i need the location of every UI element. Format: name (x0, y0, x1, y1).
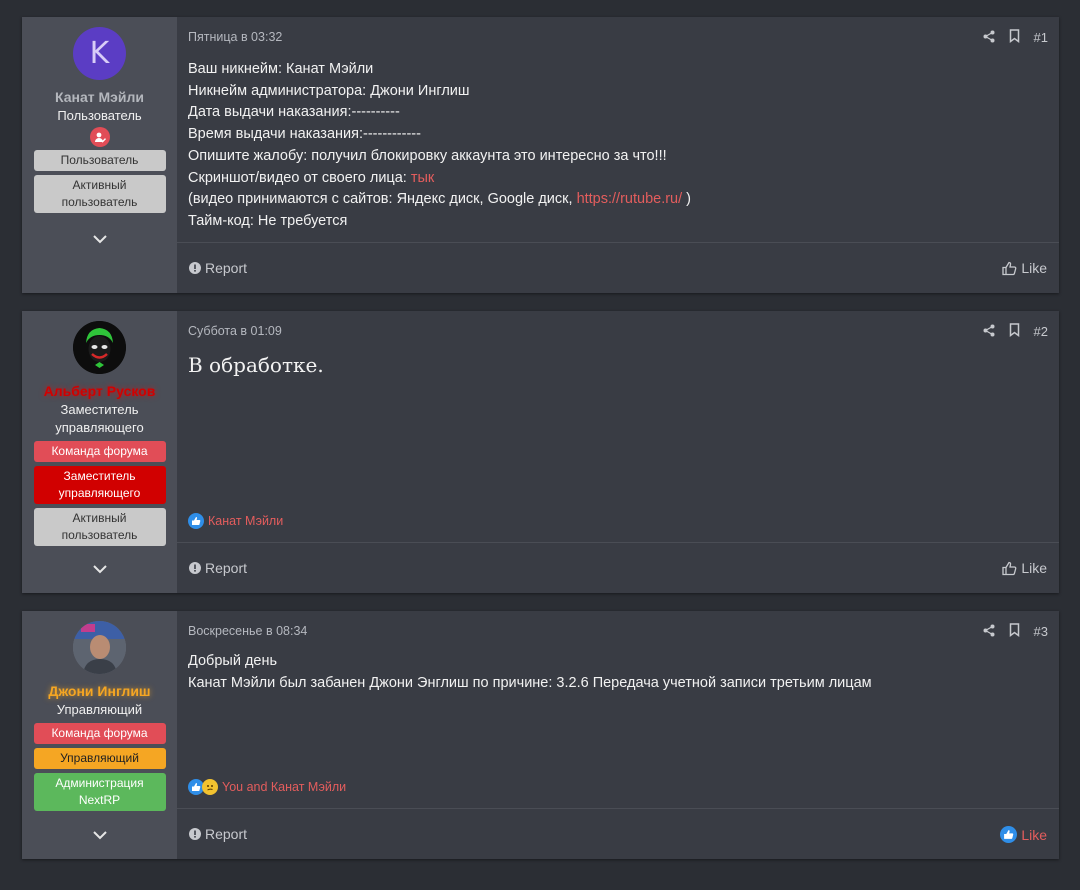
post-line: Никнейм администратора: Джони Инглиш (188, 82, 470, 99)
post-line: Дата выдачи наказания:---------- (188, 104, 400, 121)
reactions-users[interactable]: Канат Мэйли (208, 514, 283, 528)
user-badge: Администрация NextRP (33, 773, 166, 811)
thumbs-up-icon (1000, 826, 1018, 843)
reactions-bar[interactable]: Канат Мэйли (188, 513, 283, 529)
video-suffix: ) (682, 191, 692, 208)
username[interactable]: Альберт Русков (44, 383, 156, 399)
post-tools: #2 (983, 323, 1048, 340)
post-2: Альберт Русков Заместитель управляющего … (22, 311, 1059, 593)
post-main: Воскресенье в 08:34 #3 Добрый день Канат… (177, 611, 1059, 859)
thumbs-up-icon (1002, 261, 1017, 275)
thumbs-up-icon (1002, 561, 1017, 575)
post-footer: Report Like (177, 242, 1059, 293)
bookmark-icon[interactable] (1009, 323, 1020, 340)
username[interactable]: Джони Инглиш (48, 683, 150, 699)
report-label: Report (205, 560, 248, 576)
post-number[interactable]: #2 (1034, 324, 1048, 339)
chevron-down-icon[interactable] (22, 561, 177, 579)
screenshot-link[interactable]: тык (411, 170, 434, 186)
share-icon[interactable] (983, 624, 995, 640)
share-icon[interactable] (983, 324, 995, 340)
like-label: Like (1021, 560, 1047, 576)
post-line: Опишите жалобу: получил блокировку аккау… (188, 147, 667, 164)
post-main: Пятница в 03:32 #1 Ваш никнейм: Канат Мэ… (177, 17, 1059, 293)
post-line: Ваш никнейм: Канат Мэйли (188, 61, 374, 77)
user-badge: Пользователь (33, 150, 166, 171)
post-line: (видео принимаются с сайтов: Яндекс диск… (188, 189, 1039, 211)
chevron-down-icon[interactable] (22, 231, 177, 249)
post-line: Добрый день (188, 653, 278, 669)
warning-icon (189, 562, 201, 574)
reactions-users[interactable]: You and Канат Мэйли (222, 780, 346, 794)
video-label: (видео принимаются с сайтов: Яндекс диск… (188, 191, 577, 208)
post-number[interactable]: #1 (1034, 30, 1048, 45)
like-button[interactable]: Like (1002, 560, 1047, 576)
post-3: Джони Инглиш Управляющий Команда форума … (22, 611, 1059, 859)
user-badge: Заместитель управляющего (33, 466, 166, 504)
like-label: Like (1021, 826, 1047, 843)
confused-reaction-icon (202, 779, 218, 795)
avatar[interactable] (73, 621, 126, 674)
user-badge: Команда форума (33, 723, 166, 744)
post-number[interactable]: #3 (1034, 624, 1048, 639)
warning-icon (189, 828, 201, 840)
username[interactable]: Канат Мэйли (55, 89, 144, 105)
post-author-panel: K Канат Мэйли Пользователь Пользователь … (22, 17, 177, 293)
user-badge: Активный пользователь (33, 508, 166, 546)
screenshot-label: Скриншот/видео от своего лица: (188, 169, 411, 186)
post-date[interactable]: Воскресенье в 08:34 (188, 624, 307, 638)
report-button[interactable]: Report (189, 826, 247, 842)
user-badge: Активный пользователь (33, 175, 166, 213)
post-footer: Report Like (177, 542, 1059, 593)
bookmark-icon[interactable] (1009, 29, 1020, 46)
post-body: Добрый день Канат Мэйли был забанен Джон… (188, 651, 1039, 694)
user-title: Пользователь (57, 108, 142, 123)
post-body: Ваш никнейм: Канат Мэйли Никнейм админис… (188, 59, 1039, 233)
user-badge: Команда форума (33, 441, 166, 462)
rutube-link[interactable]: https://rutube.ru/ (577, 191, 683, 207)
post-tools: #1 (983, 29, 1048, 46)
bookmark-icon[interactable] (1009, 623, 1020, 640)
post-line: Время выдачи наказания:------------ (188, 126, 421, 143)
warning-icon (189, 262, 201, 274)
user-badge: Управляющий (33, 748, 166, 769)
post-line: Скриншот/видео от своего лица: тык (188, 168, 1039, 190)
post-date[interactable]: Пятница в 03:32 (188, 30, 282, 44)
report-label: Report (205, 260, 248, 276)
share-icon[interactable] (983, 30, 995, 46)
like-button[interactable]: Like (1002, 260, 1047, 276)
avatar[interactable] (73, 321, 126, 374)
chevron-down-icon[interactable] (22, 827, 177, 845)
reactions-bar[interactable]: You and Канат Мэйли (188, 779, 346, 795)
post-date[interactable]: Суббота в 01:09 (188, 324, 282, 338)
report-button[interactable]: Report (189, 260, 247, 276)
post-footer: Report Like (177, 808, 1059, 859)
post-author-panel: Альберт Русков Заместитель управляющего … (22, 311, 177, 593)
post-body: В обработке. (188, 353, 324, 377)
post-1: K Канат Мэйли Пользователь Пользователь … (22, 17, 1059, 293)
avatar[interactable]: K (73, 27, 126, 80)
user-title: Управляющий (56, 702, 143, 717)
post-line: Канат Мэйли был забанен Джони Энглиш по … (188, 674, 872, 691)
user-award-icon[interactable] (89, 127, 110, 147)
report-button[interactable]: Report (189, 560, 247, 576)
post-author-panel: Джони Инглиш Управляющий Команда форума … (22, 611, 177, 859)
user-title: Заместитель управляющего (55, 402, 144, 435)
post-tools: #3 (983, 623, 1048, 640)
like-label: Like (1021, 260, 1047, 276)
report-label: Report (205, 826, 248, 842)
post-main: Суббота в 01:09 #2 В обработке. Канат Мэ… (177, 311, 1059, 593)
post-line: Тайм-код: Не требуется (188, 212, 348, 229)
like-button[interactable]: Like (1000, 826, 1047, 843)
like-reaction-icon (188, 513, 204, 529)
